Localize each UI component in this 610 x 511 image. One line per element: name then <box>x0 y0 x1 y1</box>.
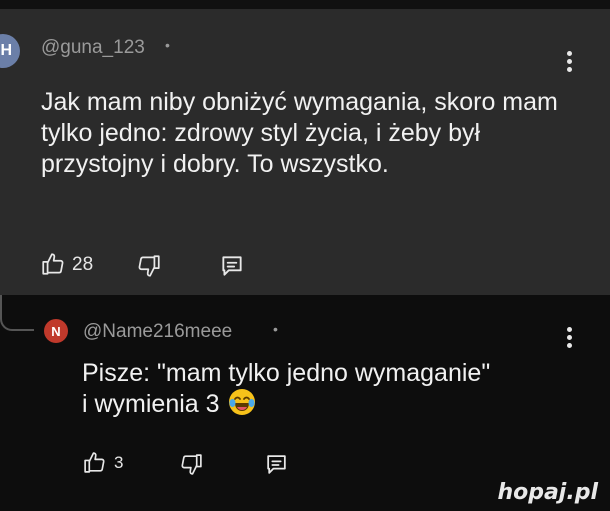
watermark-logo: hopaj.pl <box>497 480 598 505</box>
more-vert-icon[interactable] <box>567 327 573 351</box>
reply-text: Pisze: "mam tylko jedno wymaganie" i wym… <box>82 358 582 420</box>
thumbs-down-icon[interactable] <box>136 253 162 279</box>
avatar-letter: H <box>0 42 12 59</box>
reply-text-line-2-text: i wymienia 3 <box>82 390 220 418</box>
thread-connector <box>0 295 34 331</box>
comment-author[interactable]: @guna_123 <box>41 37 145 59</box>
avatar[interactable]: H <box>0 34 20 68</box>
reply-author[interactable]: @Name216meee <box>83 321 232 343</box>
comment-card: H @guna_123 • Jak mam niby obniżyć wymag… <box>0 9 610 295</box>
comment-text: Jak mam niby obniżyć wymagania, skoro ma… <box>41 88 558 178</box>
author-separator: • <box>165 37 170 53</box>
thumbs-up-icon[interactable] <box>40 251 66 277</box>
reply-icon[interactable] <box>218 253 246 279</box>
avatar-letter: N <box>51 323 61 339</box>
reply-text-line-1: Pisze: "mam tylko jedno wymaganie" <box>82 359 491 387</box>
top-strip <box>0 0 610 9</box>
like-count: 28 <box>72 254 94 275</box>
more-vert-icon[interactable] <box>567 51 573 75</box>
author-separator: • <box>273 321 278 337</box>
avatar[interactable]: N <box>44 319 68 343</box>
reply-icon[interactable] <box>263 452 290 477</box>
like-count: 3 <box>114 453 124 472</box>
laughing-tears-emoji <box>228 389 255 415</box>
thumbs-down-icon[interactable] <box>179 452 204 477</box>
thumbs-up-icon[interactable] <box>82 450 107 475</box>
reply-actions: 3 <box>82 450 302 478</box>
reply-text-line-2: i wymienia 3 <box>82 389 582 420</box>
